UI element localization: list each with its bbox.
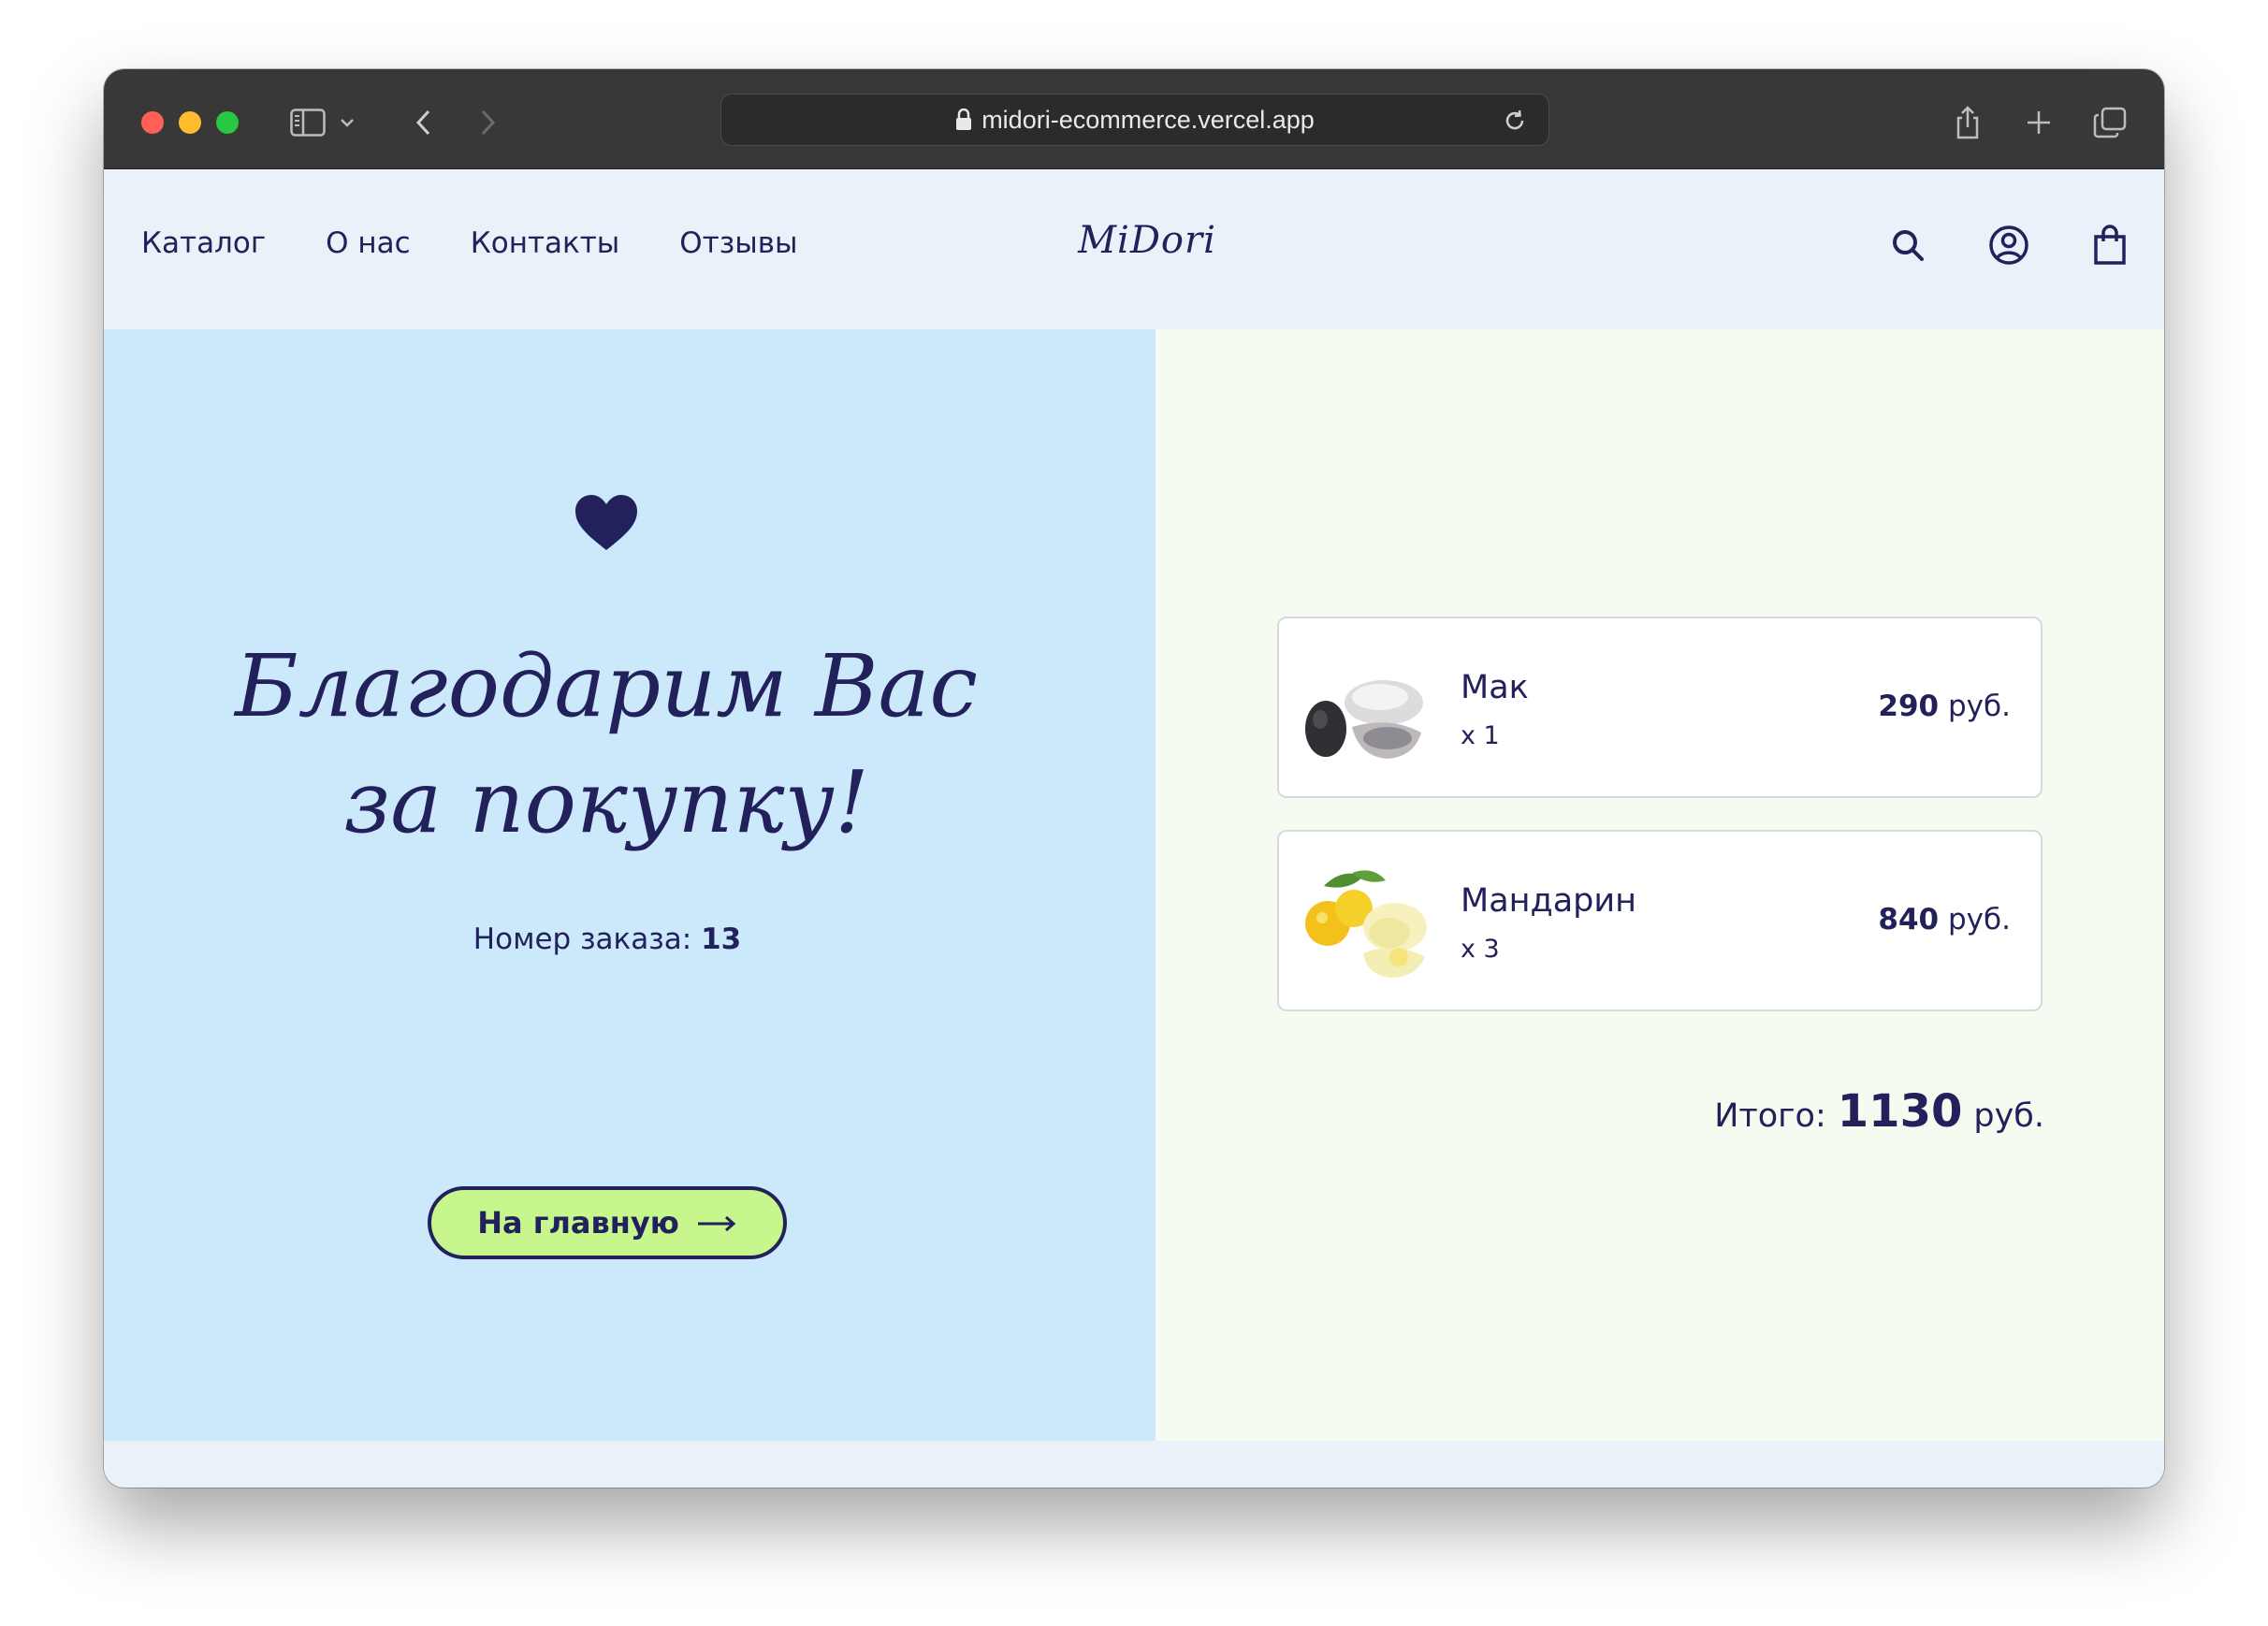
product-image-mandarin bbox=[1305, 867, 1427, 978]
cart-item-currency: руб. bbox=[1948, 690, 2011, 723]
thank-you-panel: Благодарим Вас за покупку! Номер заказа:… bbox=[104, 329, 1156, 1441]
order-total-currency: руб. bbox=[1973, 1097, 2044, 1135]
home-button[interactable]: На главную bbox=[428, 1186, 787, 1259]
main-nav: Каталог О нас Контакты Отзывы bbox=[141, 226, 797, 260]
cart-item-qty: x 1 bbox=[1461, 721, 1500, 750]
user-circle-icon[interactable] bbox=[1983, 219, 2035, 271]
cart-item: Мандарин x 3 840 руб. bbox=[1277, 830, 2043, 1011]
arrow-right-icon bbox=[696, 1205, 737, 1241]
nav-link-contacts[interactable]: Контакты bbox=[471, 226, 620, 260]
new-tab-icon[interactable] bbox=[2020, 97, 2057, 148]
tab-overview-icon[interactable] bbox=[2089, 97, 2130, 148]
share-icon[interactable] bbox=[1949, 97, 1986, 148]
nav-link-reviews[interactable]: Отзывы bbox=[679, 226, 797, 260]
home-button-label: На главную bbox=[477, 1205, 679, 1241]
nav-link-about[interactable]: О нас bbox=[326, 226, 411, 260]
address-bar[interactable]: midori-ecommerce.vercel.app bbox=[720, 94, 1549, 146]
thank-you-line-1: Благодарим Вас bbox=[235, 636, 978, 736]
thank-you-line-2: за покупку! bbox=[343, 752, 869, 852]
cart-item-price: 840 руб. bbox=[1878, 903, 2011, 936]
sidebar-toggle-icon[interactable] bbox=[287, 97, 328, 148]
order-total-label: Итого: bbox=[1714, 1097, 1826, 1135]
search-icon[interactable] bbox=[1882, 219, 1934, 271]
cart-item-qty: x 3 bbox=[1461, 935, 1500, 964]
maximize-window-button[interactable] bbox=[216, 111, 239, 134]
order-number-value: 13 bbox=[701, 922, 742, 956]
site-logo[interactable]: MiDori bbox=[1077, 219, 1217, 262]
cart-item: Мак x 1 290 руб. bbox=[1277, 617, 2043, 798]
cart-item-price: 290 руб. bbox=[1878, 690, 2011, 723]
cart-item-name: Мандарин bbox=[1461, 882, 1637, 920]
order-total-value: 1130 bbox=[1837, 1085, 1963, 1138]
shopping-bag-icon[interactable] bbox=[2084, 219, 2136, 271]
url-text: midori-ecommerce.vercel.app bbox=[981, 105, 1315, 134]
minimize-window-button[interactable] bbox=[179, 111, 201, 134]
cart-item-name: Мак bbox=[1461, 669, 1529, 706]
reload-icon[interactable] bbox=[1502, 108, 1528, 140]
cart-item-price-value: 840 bbox=[1878, 903, 1940, 936]
order-number-label: Номер заказа: bbox=[472, 922, 692, 956]
forward-arrow-icon[interactable] bbox=[469, 97, 506, 148]
heart-icon bbox=[574, 494, 639, 556]
close-window-button[interactable] bbox=[141, 111, 164, 134]
thank-you-heading: Благодарим Вас за покупку! bbox=[216, 629, 996, 861]
chevron-down-icon[interactable] bbox=[336, 97, 358, 148]
product-image-mak bbox=[1305, 654, 1427, 764]
site-header: Каталог О нас Контакты Отзывы MiDori bbox=[104, 170, 2164, 329]
page-footer-strip bbox=[104, 1441, 2164, 1488]
order-number: Номер заказа: 13 bbox=[104, 922, 1111, 956]
order-total: Итого: 1130 руб. bbox=[1714, 1085, 2044, 1138]
browser-window: midori-ecommerce.vercel.app Каталог О на… bbox=[104, 69, 2164, 1488]
cart-item-price-value: 290 bbox=[1878, 690, 1940, 723]
browser-toolbar: midori-ecommerce.vercel.app bbox=[104, 69, 2164, 169]
lock-icon bbox=[955, 109, 972, 131]
nav-link-catalog[interactable]: Каталог bbox=[141, 226, 266, 260]
back-arrow-icon[interactable] bbox=[405, 97, 443, 148]
cart-item-currency: руб. bbox=[1948, 903, 2011, 936]
